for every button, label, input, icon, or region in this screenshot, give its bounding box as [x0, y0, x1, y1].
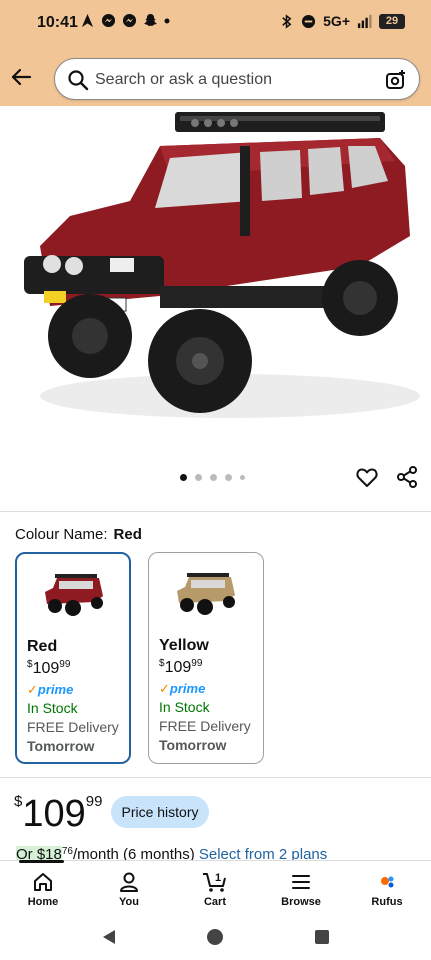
status-time: 10:41 — [37, 14, 78, 31]
messenger-icon — [101, 13, 116, 28]
yellow-car-thumbnail — [177, 573, 235, 615]
product-image-gallery[interactable] — [0, 106, 431, 451]
search-input[interactable] — [95, 68, 375, 92]
home-selected-indicator — [19, 860, 64, 863]
prime-badge: ✓prime — [27, 682, 74, 697]
colour-label: Colour Name: Red — [15, 526, 142, 543]
share-icon[interactable] — [395, 465, 419, 489]
search-bar[interactable] — [54, 58, 420, 100]
stock-status: In Stock — [27, 700, 78, 716]
cart-icon: 1 — [203, 872, 226, 892]
pagination-dot[interactable] — [210, 474, 217, 481]
delivery-text: FREE Delivery — [159, 718, 251, 734]
option-name: Yellow — [159, 637, 209, 654]
navigation-icon — [81, 13, 94, 28]
colour-selected-value: Red — [113, 526, 142, 543]
camera-search-icon[interactable] — [385, 69, 407, 91]
status-left-icons — [80, 13, 170, 28]
messenger-icon — [122, 13, 137, 28]
pagination-dot[interactable] — [180, 474, 187, 481]
android-back-icon[interactable] — [100, 928, 118, 946]
red-car-thumbnail — [45, 574, 103, 616]
snapchat-icon — [143, 13, 158, 27]
battery-indicator: 29 — [379, 13, 405, 29]
status-right-icons: 5G+ 29 — [279, 13, 405, 29]
option-price: $10999 — [159, 658, 203, 676]
colour-option-yellow[interactable]: Yellow $10999 ✓prime In Stock FREE Deliv… — [148, 552, 264, 764]
option-price: $10999 — [27, 659, 71, 677]
status-bar: 10:41 5G+ 29 — [0, 0, 431, 46]
rufus-icon — [381, 876, 394, 888]
nav-home[interactable]: Home — [13, 871, 73, 908]
signal-icon — [357, 14, 372, 28]
delivery-text: FREE Delivery — [27, 719, 119, 735]
colour-option-red[interactable]: Red $10999 ✓prime In Stock FREE Delivery… — [15, 552, 131, 764]
nav-browse[interactable]: Browse — [271, 871, 331, 908]
colour-label-text: Colour Name: — [15, 526, 108, 543]
dnd-icon — [302, 14, 316, 28]
delivery-date: Tomorrow — [159, 737, 227, 753]
nav-cart[interactable]: 1 Cart — [185, 871, 245, 908]
app-header — [0, 52, 431, 106]
pagination-dot[interactable] — [225, 474, 232, 481]
divider — [0, 777, 431, 778]
product-price: $10999 — [14, 793, 103, 835]
android-recents-icon[interactable] — [313, 928, 331, 946]
pagination-dot[interactable] — [240, 475, 245, 480]
menu-icon — [292, 875, 310, 889]
nav-rufus[interactable]: Rufus — [357, 871, 417, 908]
price-history-button[interactable]: Price history — [111, 796, 209, 828]
option-name: Red — [27, 638, 58, 655]
home-icon — [34, 873, 52, 891]
divider — [0, 511, 431, 512]
dot-icon — [164, 18, 170, 23]
nav-you[interactable]: You — [99, 871, 159, 908]
top-bar: 10:41 5G+ 29 — [0, 0, 431, 106]
android-nav-bar — [0, 914, 431, 960]
android-home-icon[interactable] — [206, 928, 224, 946]
search-icon — [68, 70, 89, 91]
bottom-nav: Home You 1 Cart Browse Rufus — [0, 860, 431, 914]
product-image[interactable] — [10, 106, 420, 436]
cart-count-badge: 1 — [215, 872, 221, 884]
stock-status: In Stock — [159, 699, 210, 715]
prime-badge: ✓prime — [159, 681, 206, 696]
network-type: 5G+ — [323, 13, 350, 29]
delivery-date: Tomorrow — [27, 738, 95, 754]
heart-icon[interactable] — [355, 465, 379, 489]
person-icon — [120, 872, 138, 892]
bluetooth-icon — [282, 13, 292, 29]
pagination-dot[interactable] — [195, 474, 202, 481]
gallery-pagination — [180, 474, 245, 481]
back-arrow-icon[interactable] — [8, 64, 34, 90]
